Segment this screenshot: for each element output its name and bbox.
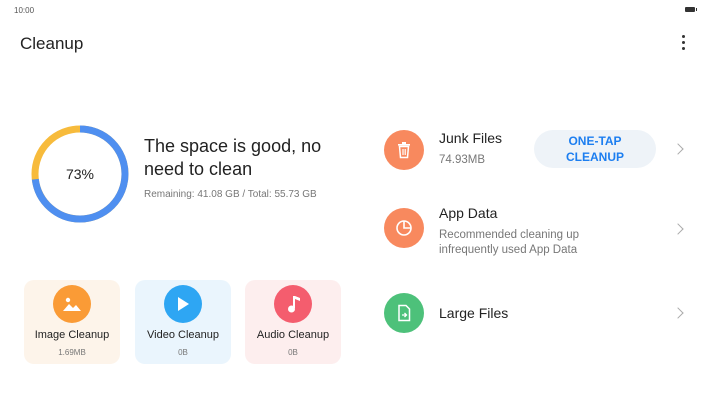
junk-files-row[interactable]: Junk Files 74.93MB ONE-TAP CLEANUP bbox=[380, 126, 692, 176]
more-vert-icon bbox=[681, 34, 685, 38]
status-time: 10:00 bbox=[14, 6, 35, 15]
app-data-row[interactable]: App Data Recommended cleaning up infrequ… bbox=[380, 203, 692, 263]
play-icon bbox=[164, 285, 202, 323]
storage-headline: The space is good, no need to clean bbox=[144, 136, 322, 179]
video-cleanup-tile[interactable]: Video Cleanup 0B bbox=[135, 280, 231, 364]
storage-info: Remaining: 41.08 GB / Total: 55.73 GB bbox=[144, 189, 317, 200]
trash-icon bbox=[384, 130, 424, 170]
app-data-subtitle: Recommended cleaning up infrequently use… bbox=[439, 229, 580, 256]
storage-donut: 73% bbox=[30, 124, 130, 224]
chevron-right-icon bbox=[672, 143, 684, 155]
tile-label: Image Cleanup bbox=[34, 329, 110, 341]
pie-chart-icon bbox=[384, 208, 424, 248]
junk-files-size: 74.93MB bbox=[439, 154, 486, 166]
status-bar: 10:00 bbox=[0, 0, 711, 20]
tile-size: 0B bbox=[288, 348, 298, 357]
storage-percent: 73% bbox=[65, 166, 95, 182]
large-files-row[interactable]: Large Files bbox=[380, 290, 692, 336]
file-icon bbox=[384, 293, 424, 333]
chevron-right-icon bbox=[672, 223, 684, 235]
tile-label: Video Cleanup bbox=[147, 329, 219, 341]
large-files-title: Large Files bbox=[439, 305, 509, 321]
battery-icon bbox=[685, 7, 697, 12]
one-tap-cleanup-button[interactable]: ONE-TAP CLEANUP bbox=[534, 130, 656, 168]
app-data-title: App Data bbox=[439, 205, 498, 221]
image-cleanup-tile[interactable]: Image Cleanup 1.69MB bbox=[24, 280, 120, 364]
tile-label: Audio Cleanup bbox=[256, 329, 330, 341]
tile-size: 1.69MB bbox=[58, 348, 86, 357]
page-title: Cleanup bbox=[20, 34, 84, 53]
more-options-button[interactable] bbox=[675, 32, 691, 52]
audio-cleanup-tile[interactable]: Audio Cleanup 0B bbox=[245, 280, 341, 364]
chevron-right-icon bbox=[672, 307, 684, 319]
tile-size: 0B bbox=[178, 348, 188, 357]
music-note-icon bbox=[274, 285, 312, 323]
image-icon bbox=[53, 285, 91, 323]
junk-files-title: Junk Files bbox=[439, 130, 503, 146]
